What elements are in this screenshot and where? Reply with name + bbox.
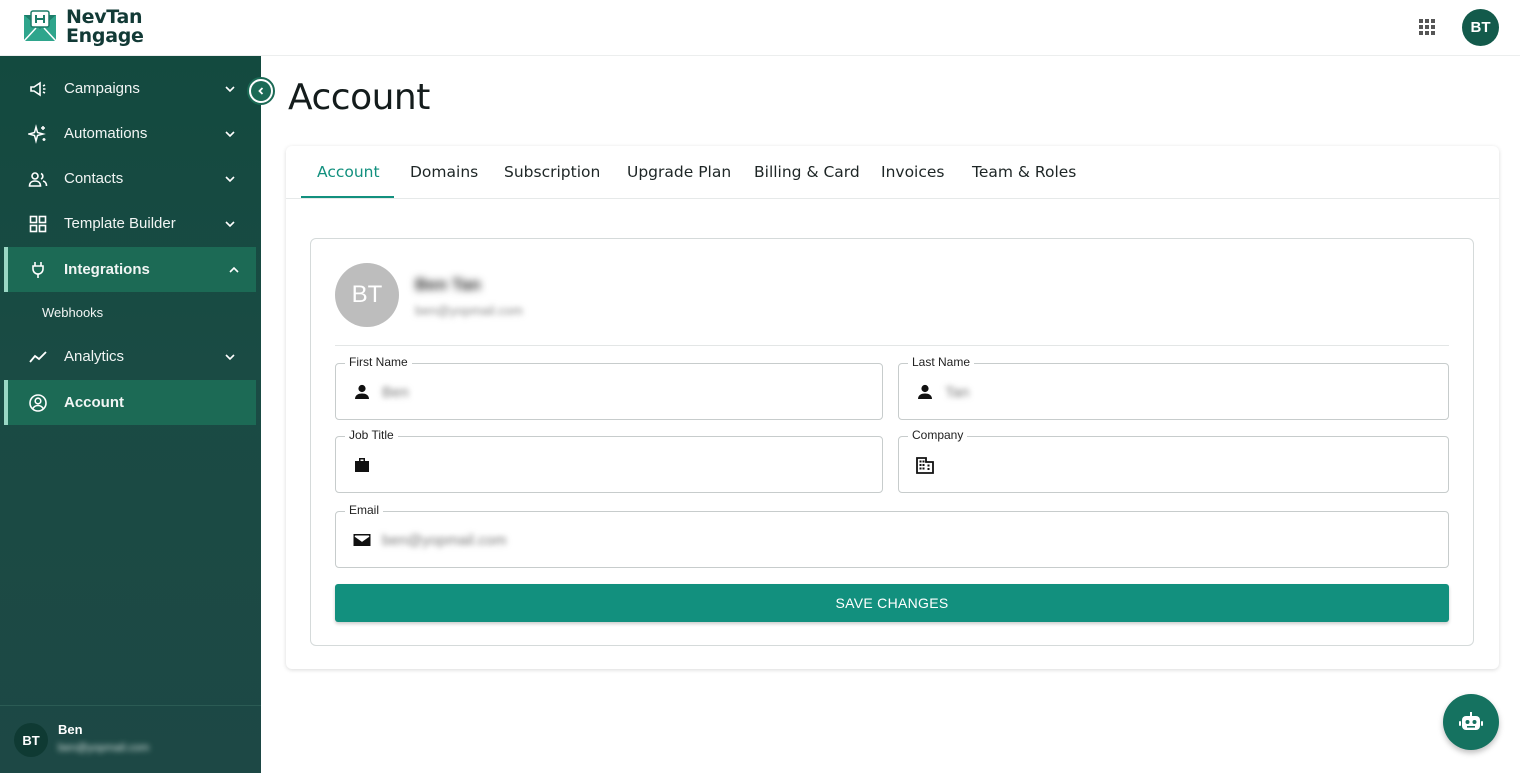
brand-logo[interactable]: NevTan Engage bbox=[22, 8, 144, 46]
sidebar-item-campaigns[interactable]: Campaigns bbox=[4, 66, 256, 111]
company-label: Company bbox=[908, 428, 968, 442]
tab-subscription[interactable]: Subscription bbox=[504, 163, 600, 181]
save-changes-button[interactable]: SAVE CHANGES bbox=[335, 584, 1449, 622]
trend-icon bbox=[29, 350, 47, 363]
first-name-input[interactable] bbox=[382, 378, 862, 406]
page-title: Account bbox=[288, 77, 430, 118]
company-input[interactable] bbox=[945, 451, 1425, 479]
sidebar-user-footer[interactable]: BT Ben ben@yopmail.com bbox=[0, 705, 261, 773]
email-label: Email bbox=[345, 503, 384, 517]
megaphone-icon bbox=[30, 81, 46, 96]
person-icon bbox=[355, 384, 369, 399]
account-tabs: Account Domains Subscription Upgrade Pla… bbox=[286, 146, 1499, 199]
job-title-label: Job Title bbox=[345, 428, 398, 442]
chevron-down-icon bbox=[225, 85, 235, 92]
chevron-up-icon bbox=[229, 266, 239, 273]
user-circle-icon bbox=[29, 393, 47, 412]
email-input[interactable] bbox=[382, 526, 1382, 554]
sidebar-user-name: Ben bbox=[58, 722, 83, 737]
logo-envelope-icon bbox=[23, 10, 57, 42]
first-name-field: First Name bbox=[335, 355, 883, 420]
chevron-down-icon bbox=[225, 130, 235, 137]
sidebar-subitem-webhooks[interactable]: Webhooks bbox=[42, 305, 103, 320]
sidebar-item-account[interactable]: Account bbox=[4, 380, 256, 425]
sparkle-icon bbox=[28, 123, 46, 144]
sidebar-item-template-builder[interactable]: Template Builder bbox=[4, 201, 256, 246]
sidebar-item-analytics[interactable]: Analytics bbox=[4, 334, 256, 379]
profile-name: Ben Tan bbox=[415, 275, 481, 294]
chatbot-button[interactable] bbox=[1443, 694, 1499, 750]
sidebar-item-integrations[interactable]: Integrations bbox=[4, 247, 256, 292]
robot-icon bbox=[1459, 712, 1483, 730]
mail-icon bbox=[353, 534, 371, 546]
chevron-down-icon bbox=[225, 220, 235, 227]
sidebar-collapse-button[interactable] bbox=[247, 77, 275, 105]
person-icon bbox=[918, 384, 932, 399]
tab-account[interactable]: Account bbox=[317, 163, 380, 181]
last-name-label: Last Name bbox=[908, 355, 975, 369]
chevron-down-icon bbox=[225, 353, 235, 360]
sidebar-avatar: BT bbox=[14, 723, 48, 757]
people-icon bbox=[28, 171, 48, 187]
sidebar-item-label: Campaigns bbox=[64, 80, 140, 97]
profile-avatar[interactable]: BT bbox=[335, 263, 399, 327]
sidebar-item-label: Contacts bbox=[64, 170, 124, 187]
sidebar-item-automations[interactable]: Automations bbox=[4, 111, 256, 156]
profile-form-card: BT Ben Tan ben@yopmail.com First Name La… bbox=[310, 238, 1474, 646]
briefcase-icon bbox=[355, 458, 369, 472]
sidebar-user-email: ben@yopmail.com bbox=[58, 742, 150, 754]
sidebar: Campaigns Automations Contacts Template … bbox=[0, 56, 261, 773]
sidebar-item-label: Integrations bbox=[64, 261, 150, 278]
sidebar-item-contacts[interactable]: Contacts bbox=[4, 156, 256, 201]
plug-icon bbox=[32, 261, 44, 278]
brand-name-line2: Engage bbox=[66, 25, 144, 47]
apps-grid-icon[interactable] bbox=[1418, 18, 1436, 36]
email-field: Email bbox=[335, 503, 1449, 568]
profile-divider bbox=[335, 345, 1449, 346]
sidebar-item-label: Automations bbox=[64, 125, 148, 142]
active-tab-indicator bbox=[301, 196, 394, 198]
first-name-label: First Name bbox=[345, 355, 412, 369]
profile-email: ben@yopmail.com bbox=[415, 303, 523, 318]
user-avatar[interactable]: BT bbox=[1462, 9, 1499, 46]
job-title-input[interactable] bbox=[382, 451, 862, 479]
chevron-left-icon bbox=[258, 87, 264, 95]
top-bar: NevTan Engage BT bbox=[0, 0, 1520, 56]
last-name-field: Last Name bbox=[898, 355, 1449, 420]
building-icon bbox=[916, 457, 934, 474]
sidebar-item-label: Template Builder bbox=[64, 215, 176, 232]
tab-team-roles[interactable]: Team & Roles bbox=[972, 163, 1076, 181]
grid-icon bbox=[29, 215, 47, 232]
account-card: Account Domains Subscription Upgrade Pla… bbox=[286, 146, 1499, 669]
sidebar-item-label: Account bbox=[64, 394, 124, 411]
last-name-input[interactable] bbox=[945, 378, 1425, 406]
tab-domains[interactable]: Domains bbox=[410, 163, 478, 181]
chevron-down-icon bbox=[225, 175, 235, 182]
sidebar-item-label: Analytics bbox=[64, 348, 125, 365]
job-title-field: Job Title bbox=[335, 428, 883, 493]
tab-invoices[interactable]: Invoices bbox=[881, 163, 945, 181]
company-field: Company bbox=[898, 428, 1449, 493]
tab-billing-card[interactable]: Billing & Card bbox=[754, 163, 860, 181]
tab-upgrade-plan[interactable]: Upgrade Plan bbox=[627, 163, 731, 181]
